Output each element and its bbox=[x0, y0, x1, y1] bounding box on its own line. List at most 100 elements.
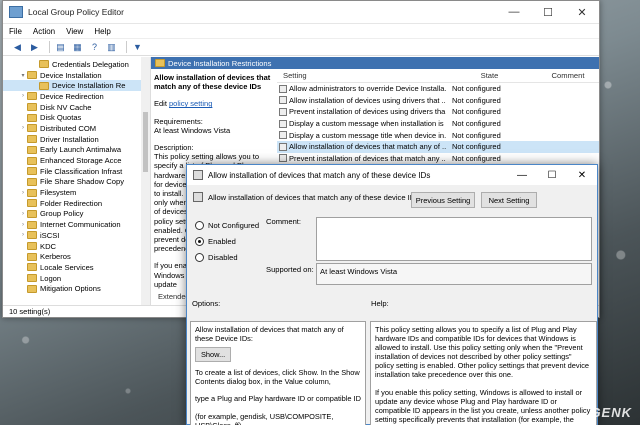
tree-item[interactable]: › Internet Communication bbox=[3, 219, 150, 230]
policy-setting-icon bbox=[279, 107, 287, 116]
help-icon[interactable]: ? bbox=[88, 41, 101, 54]
toolbar-separator bbox=[126, 41, 127, 53]
show-button[interactable]: Show... bbox=[195, 347, 232, 363]
back-icon[interactable]: ◀ bbox=[11, 41, 24, 54]
edit-policy-link[interactable]: policy setting bbox=[169, 99, 212, 108]
dialog-title-bar[interactable]: Allow installation of devices that match… bbox=[187, 165, 597, 185]
dialog-minimize-button[interactable]: — bbox=[507, 165, 537, 185]
toolbar-separator bbox=[49, 41, 50, 53]
tree-item[interactable]: Early Launch Antimalwa bbox=[3, 145, 150, 156]
tree-item[interactable]: ▾ Device Installation bbox=[3, 70, 150, 81]
options-title: Allow installation of devices that match… bbox=[195, 325, 344, 344]
column-setting[interactable]: Setting bbox=[277, 71, 442, 80]
genk-watermark: GENK bbox=[590, 405, 632, 420]
menu-file[interactable]: File bbox=[9, 27, 22, 36]
menu-view[interactable]: View bbox=[66, 27, 83, 36]
folder-icon bbox=[27, 284, 37, 293]
forward-icon[interactable]: ▶ bbox=[28, 41, 41, 54]
tree-item[interactable]: Driver Installation bbox=[3, 134, 150, 145]
setting-row[interactable]: Allow installation of devices that match… bbox=[277, 140, 599, 153]
list-header: Setting State Comment bbox=[277, 69, 599, 83]
menu-action[interactable]: Action bbox=[33, 27, 55, 36]
tree-item[interactable]: Folder Redirection bbox=[3, 198, 150, 209]
expand-arrow-icon[interactable]: › bbox=[19, 190, 27, 196]
tree-item[interactable]: Locale Services bbox=[3, 262, 150, 273]
expand-arrow-icon[interactable]: › bbox=[19, 211, 27, 217]
tree-item-label: Locale Services bbox=[40, 262, 94, 272]
tree-item[interactable]: Device Installation Re bbox=[3, 80, 150, 92]
folder-icon bbox=[27, 263, 37, 272]
setting-state: Not configured bbox=[452, 84, 501, 94]
expand-arrow-icon[interactable]: ▾ bbox=[19, 72, 27, 79]
comment-textarea[interactable] bbox=[316, 217, 592, 261]
tree-item[interactable]: › iSCSI bbox=[3, 230, 150, 241]
comment-label: Comment: bbox=[266, 217, 302, 226]
setting-row[interactable]: Prevent installation of devices that mat… bbox=[277, 153, 599, 165]
setting-row[interactable]: Display a custom message when installati… bbox=[277, 118, 599, 130]
tree-item[interactable]: Enhanced Storage Acce bbox=[3, 155, 150, 166]
tree-item-label: Kerberos bbox=[40, 252, 71, 262]
column-comment[interactable]: Comment bbox=[537, 71, 599, 80]
setting-state: Not configured bbox=[452, 130, 501, 140]
supported-on-field: At least Windows Vista bbox=[316, 263, 592, 285]
tree-item-label: Enhanced Storage Acce bbox=[40, 156, 122, 166]
next-setting-button[interactable]: Next Setting bbox=[481, 192, 537, 208]
tree-item[interactable]: Disk Quotas bbox=[3, 112, 150, 123]
expand-arrow-icon[interactable]: › bbox=[19, 232, 27, 238]
menu-help[interactable]: Help bbox=[94, 27, 110, 36]
tree-item[interactable]: KDC bbox=[3, 241, 150, 252]
setting-row[interactable]: Allow administrators to override Device … bbox=[277, 83, 599, 95]
title-bar[interactable]: Local Group Policy Editor — ☐ ✕ bbox=[3, 1, 599, 24]
tree-item[interactable]: › Group Policy bbox=[3, 209, 150, 220]
tree-item[interactable]: Logon bbox=[3, 273, 150, 284]
options-label: Options: bbox=[192, 299, 221, 308]
pane-header-title: Device Installation Restrictions bbox=[168, 58, 272, 68]
folder-icon bbox=[27, 177, 37, 186]
tree-item[interactable]: › Distributed COM bbox=[3, 123, 150, 134]
close-button[interactable]: ✕ bbox=[565, 1, 599, 24]
setting-row[interactable]: Allow installation of devices using driv… bbox=[277, 95, 599, 107]
description-title: Allow installation of devices that match… bbox=[154, 73, 271, 92]
tree-item[interactable]: File Share Shadow Copy bbox=[3, 177, 150, 188]
radio-not-configured-indicator[interactable] bbox=[195, 221, 204, 230]
expand-arrow-icon[interactable]: › bbox=[19, 125, 27, 131]
previous-setting-button[interactable]: Previous Setting bbox=[411, 192, 475, 208]
policy-setting-icon bbox=[193, 192, 203, 202]
filter-icon[interactable]: ▼ bbox=[131, 41, 144, 54]
column-state[interactable]: State bbox=[442, 71, 537, 80]
radio-disabled[interactable]: Disabled bbox=[195, 253, 238, 262]
expand-arrow-icon[interactable]: › bbox=[19, 222, 27, 228]
tree-item-label: Device Installation Re bbox=[52, 81, 126, 91]
maximize-button[interactable]: ☐ bbox=[531, 1, 565, 24]
dialog-maximize-button[interactable]: ☐ bbox=[537, 165, 567, 185]
tree-item[interactable]: › Device Redirection bbox=[3, 91, 150, 102]
minimize-button[interactable]: — bbox=[497, 1, 531, 24]
folder-icon bbox=[27, 209, 37, 218]
tree-scrollbar-thumb[interactable] bbox=[143, 112, 148, 172]
tree-scrollbar[interactable] bbox=[141, 57, 150, 305]
tree-item[interactable]: › Filesystem bbox=[3, 187, 150, 198]
dialog-close-button[interactable]: ✕ bbox=[567, 165, 597, 185]
details-icon[interactable]: ▥ bbox=[105, 41, 118, 54]
tree-item[interactable]: Kerberos bbox=[3, 251, 150, 262]
radio-enabled-indicator[interactable] bbox=[195, 237, 204, 246]
tree-item[interactable]: Disk NV Cache bbox=[3, 102, 150, 113]
folder-icon bbox=[27, 71, 37, 80]
folder-up-icon[interactable]: ▤ bbox=[54, 41, 67, 54]
radio-disabled-indicator[interactable] bbox=[195, 253, 204, 262]
tree-item[interactable]: File Classification Infrast bbox=[3, 166, 150, 177]
description-label: Description: bbox=[154, 143, 194, 153]
dialog-title: Allow installation of devices that match… bbox=[208, 170, 431, 180]
tree-item[interactable]: Credentials Delegation bbox=[3, 59, 150, 70]
tree-item-label: File Share Shadow Copy bbox=[40, 177, 124, 187]
setting-row[interactable]: Prevent installation of devices using dr… bbox=[277, 106, 599, 118]
properties-icon[interactable]: ▦ bbox=[71, 41, 84, 54]
gpedit-app-icon bbox=[9, 6, 23, 18]
radio-not-configured[interactable]: Not Configured bbox=[195, 221, 259, 230]
tree-item[interactable]: Mitigation Options bbox=[3, 283, 150, 294]
extended-tab[interactable]: Extended bbox=[158, 292, 190, 301]
expand-arrow-icon[interactable]: › bbox=[19, 93, 27, 99]
options-text-2: type a Plug and Play hardware ID or comp… bbox=[195, 394, 361, 404]
setting-row[interactable]: Display a custom message title when devi… bbox=[277, 129, 599, 141]
radio-enabled[interactable]: Enabled bbox=[195, 237, 236, 246]
